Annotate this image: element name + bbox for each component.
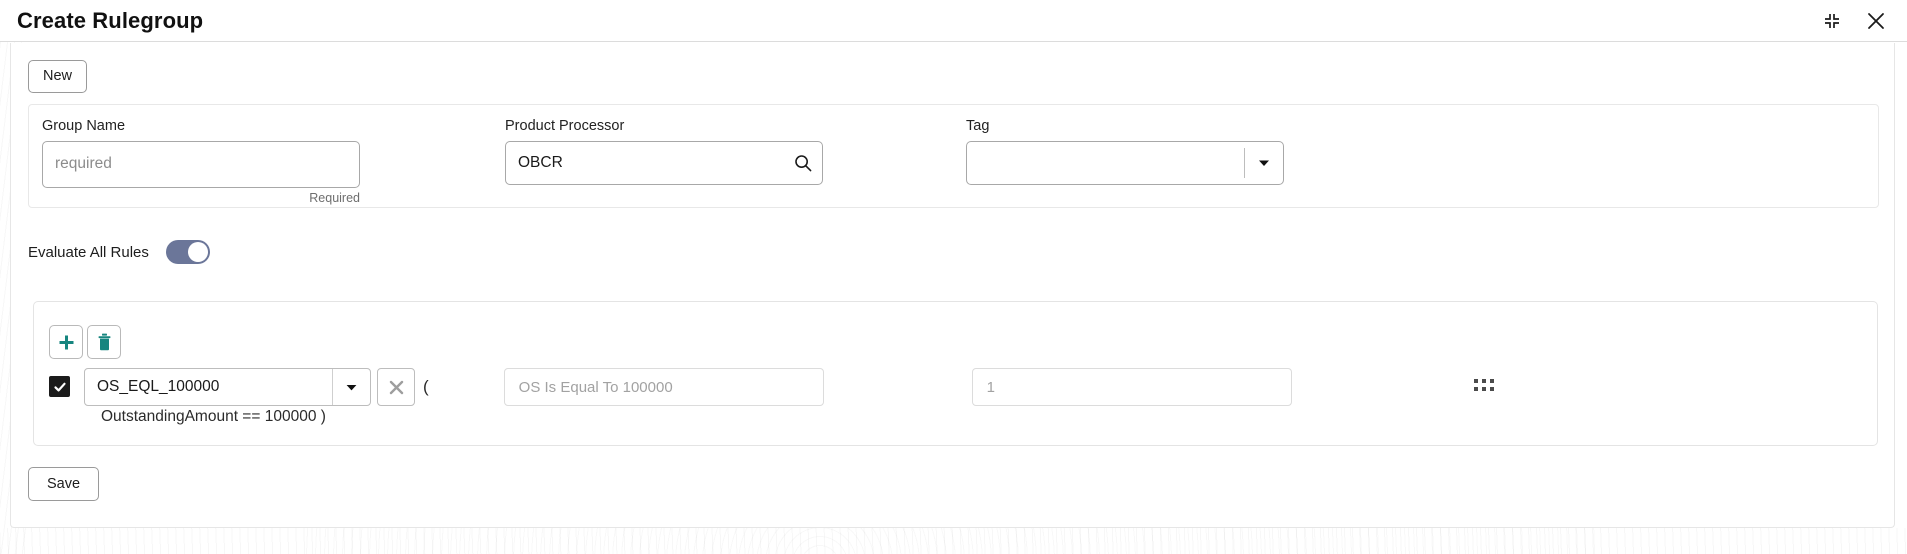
titlebar: Create Rulegroup <box>0 0 1907 42</box>
toggle-knob <box>187 242 208 262</box>
rules-toolbar <box>49 325 121 359</box>
product-processor-field: Product Processor <box>505 119 823 185</box>
tag-select-shell[interactable] <box>966 140 1284 185</box>
rule-enabled-checkbox[interactable] <box>49 376 70 397</box>
content-panel: New Group Name Required Product Processo… <box>10 43 1895 528</box>
evaluate-all-rules-row: Evaluate All Rules <box>28 240 210 264</box>
background-watermark-bottom <box>0 518 1907 554</box>
product-processor-label: Product Processor <box>505 118 625 134</box>
save-button-wrap: Save <box>28 467 100 501</box>
close-icon[interactable] <box>1863 8 1889 34</box>
rule-name-value: OS_EQL_100000 <box>97 378 220 395</box>
trash-icon[interactable] <box>87 325 121 359</box>
group-name-input[interactable] <box>43 141 359 187</box>
page-title: Create Rulegroup <box>17 7 204 33</box>
search-icon[interactable] <box>784 142 822 184</box>
rule-open-paren: ( <box>423 377 429 396</box>
titlebar-actions <box>1819 8 1889 34</box>
new-button[interactable]: New <box>28 60 88 93</box>
group-name-input-shell[interactable] <box>42 140 360 188</box>
plus-icon[interactable] <box>49 325 83 359</box>
drag-handle-icon[interactable] <box>1473 379 1494 391</box>
rules-card: OS_EQL_100000 (OS Is Equal To 100000 1 … <box>33 301 1878 446</box>
product-processor-input-shell[interactable] <box>505 140 823 185</box>
group-name-helper-text: Required <box>309 190 360 205</box>
group-name-label: Group Name <box>42 118 126 134</box>
chevron-down-icon[interactable] <box>332 369 370 405</box>
form-fields-card: Group Name Required Product Processor <box>28 104 1879 208</box>
group-name-field: Group Name Required <box>42 119 360 204</box>
evaluate-all-rules-toggle[interactable] <box>165 240 210 264</box>
remove-rule-button[interactable] <box>377 368 415 406</box>
rule-expression-text: OutstandingAmount == 100000 ) <box>101 408 326 425</box>
table-row: OS_EQL_100000 ( <box>49 368 1859 406</box>
tag-input[interactable] <box>967 141 1244 184</box>
rule-priority-input[interactable] <box>971 368 1292 406</box>
evaluate-all-rules-label: Evaluate All Rules <box>28 243 149 261</box>
save-button[interactable]: Save <box>28 467 100 501</box>
create-rulegroup-screen: Create Rulegroup New Group Name required… <box>0 0 1907 554</box>
rule-name-select[interactable]: OS_EQL_100000 <box>84 368 371 406</box>
tag-field: Tag <box>966 119 1284 185</box>
tag-label: Tag <box>966 118 990 134</box>
collapse-icon[interactable] <box>1819 8 1845 34</box>
product-processor-input[interactable] <box>506 141 784 184</box>
chevron-down-icon[interactable] <box>1245 142 1283 184</box>
rule-description-input[interactable] <box>503 368 824 406</box>
new-button-wrap: New <box>28 60 88 93</box>
